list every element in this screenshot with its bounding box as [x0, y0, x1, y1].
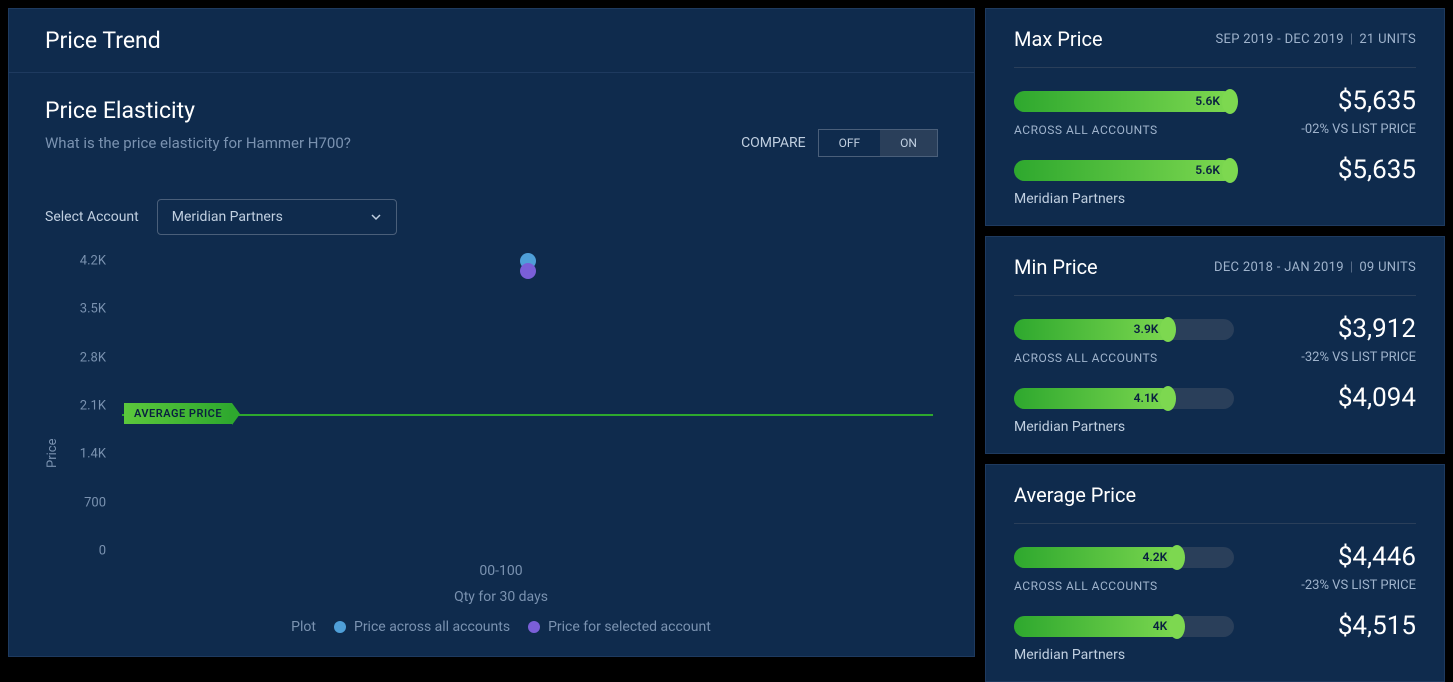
metric-row: 5.6K $5,635 — [1014, 86, 1416, 116]
account-name: Meridian Partners — [1014, 419, 1416, 435]
sub-label: ACROSS ALL ACCOUNTS — [1014, 351, 1158, 365]
sub-label: ACROSS ALL ACCOUNTS — [1014, 123, 1158, 137]
metric-subrow: ACROSS ALL ACCOUNTS -02% VS LIST PRICE — [1014, 122, 1416, 137]
panel-header: Price Trend — [9, 9, 974, 73]
x-axis-label: Qty for 30 days — [64, 589, 938, 605]
legend-prefix: Plot — [291, 619, 316, 635]
card-header: Max Price SEP 2019 - DEC 2019|21 UNITS — [1014, 27, 1416, 68]
metric-row: 4.1K $4,094 — [1014, 383, 1416, 413]
price-value: $4,515 — [1338, 611, 1416, 641]
price-value: $3,912 — [1338, 314, 1416, 344]
dot-icon — [334, 621, 346, 633]
account-dropdown-value: Meridian Partners — [172, 209, 283, 225]
compare-control: COMPARE OFF ON — [741, 129, 938, 157]
bar-value: 5.6K — [1195, 94, 1220, 108]
sub-pct: -32% VS LIST PRICE — [1301, 350, 1416, 365]
price-value: $5,635 — [1338, 155, 1416, 185]
bar-value: 4.2K — [1142, 550, 1167, 564]
card-title: Min Price — [1014, 255, 1098, 279]
price-trend-panel: Price Trend Price Elasticity What is the… — [8, 8, 975, 657]
card-meta: DEC 2018 - JAN 2019|09 UNITS — [1214, 260, 1416, 275]
bar-value: 4K — [1153, 619, 1167, 633]
sub-pct: -23% VS LIST PRICE — [1301, 578, 1416, 593]
progress-bar: 4.2K — [1014, 547, 1234, 568]
chart-legend: Plot Price across all accounts Price for… — [64, 619, 938, 635]
bar-value: 5.6K — [1195, 163, 1220, 177]
y-axis-label: Price — [45, 261, 60, 646]
compare-off-button[interactable]: OFF — [819, 130, 881, 156]
metric-row: 4.2K $4,446 — [1014, 542, 1416, 572]
data-point[interactable] — [520, 263, 536, 279]
y-tick: 4.2K — [80, 254, 106, 269]
compare-toggle: OFF ON — [818, 129, 938, 157]
progress-bar: 4K — [1014, 616, 1234, 637]
y-tick: 1.4K — [80, 447, 106, 462]
page-title: Price Trend — [45, 27, 938, 54]
sub-label: ACROSS ALL ACCOUNTS — [1014, 579, 1158, 593]
price-value: $4,446 — [1338, 542, 1416, 572]
price-value: $5,635 — [1338, 86, 1416, 116]
select-account-label: Select Account — [45, 209, 139, 225]
sub-pct: -02% VS LIST PRICE — [1301, 122, 1416, 137]
metric-subrow: ACROSS ALL ACCOUNTS -23% VS LIST PRICE — [1014, 578, 1416, 593]
section-title: Price Elasticity — [45, 97, 938, 124]
account-dropdown[interactable]: Meridian Partners — [157, 199, 397, 235]
price-card: Max Price SEP 2019 - DEC 2019|21 UNITS 5… — [985, 8, 1445, 226]
card-header: Average Price — [1014, 483, 1416, 524]
x-tick: 00-100 — [64, 563, 938, 579]
account-name: Meridian Partners — [1014, 191, 1416, 207]
metric-subrow: ACROSS ALL ACCOUNTS -32% VS LIST PRICE — [1014, 350, 1416, 365]
card-title: Average Price — [1014, 483, 1136, 507]
average-price-badge: AVERAGE PRICE — [124, 403, 232, 424]
progress-bar: 5.6K — [1014, 91, 1234, 112]
y-tick: 3.5K — [80, 302, 106, 317]
elasticity-chart: Price 07001.4K2.1K2.8K3.5K4.2K AVERAGE P… — [45, 261, 938, 646]
compare-label: COMPARE — [741, 135, 806, 151]
y-tick: 2.1K — [80, 399, 106, 414]
metric-row: 3.9K $3,912 — [1014, 314, 1416, 344]
card-meta: SEP 2019 - DEC 2019|21 UNITS — [1216, 32, 1417, 47]
card-title: Max Price — [1014, 27, 1103, 51]
legend-item-selected: Price for selected account — [528, 619, 711, 635]
price-value: $4,094 — [1338, 383, 1416, 413]
price-card: Min Price DEC 2018 - JAN 2019|09 UNITS 3… — [985, 236, 1445, 454]
y-tick: 0 — [99, 544, 106, 559]
chevron-down-icon — [370, 211, 382, 223]
progress-bar: 5.6K — [1014, 160, 1234, 181]
dot-icon — [528, 621, 540, 633]
card-header: Min Price DEC 2018 - JAN 2019|09 UNITS — [1014, 255, 1416, 296]
price-card: Average Price 4.2K $4,446 ACROSS ALL ACC… — [985, 464, 1445, 682]
y-tick: 2.8K — [80, 350, 106, 365]
legend-item-all: Price across all accounts — [334, 619, 510, 635]
y-tick: 700 — [84, 495, 106, 510]
metric-row: 4K $4,515 — [1014, 611, 1416, 641]
compare-on-button[interactable]: ON — [880, 130, 937, 156]
average-price-line: AVERAGE PRICE — [122, 414, 933, 416]
bar-value: 3.9K — [1134, 322, 1159, 336]
progress-bar: 4.1K — [1014, 388, 1234, 409]
metric-row: 5.6K $5,635 — [1014, 155, 1416, 185]
progress-bar: 3.9K — [1014, 319, 1234, 340]
bar-value: 4.1K — [1134, 391, 1159, 405]
account-name: Meridian Partners — [1014, 647, 1416, 663]
